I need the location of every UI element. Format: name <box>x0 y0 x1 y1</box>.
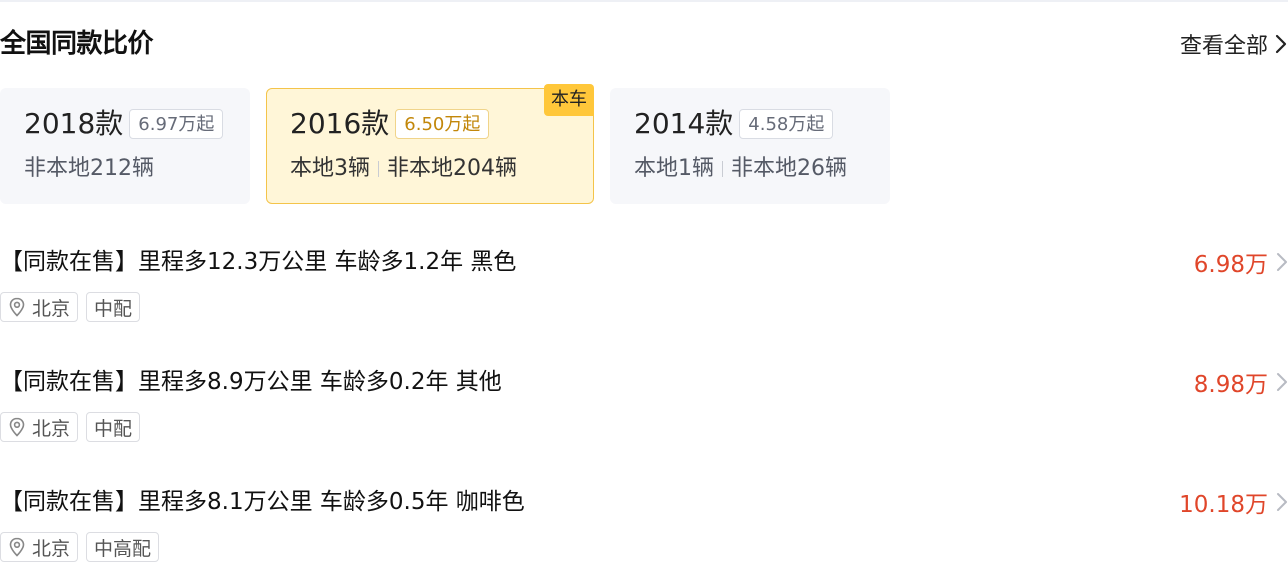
location-tag: 北京 <box>0 292 79 322</box>
trim-tag: 中配 <box>86 292 141 322</box>
nonlocal-count: 非本地26辆 <box>731 156 847 181</box>
listing-tags: 北京 中高配 <box>0 532 167 562</box>
location-pin-icon <box>9 417 25 437</box>
location-label: 北京 <box>32 537 71 560</box>
listing-title: 【同款在售】里程多12.3万公里 车龄多1.2年 黑色 <box>0 249 517 275</box>
model-year: 2014款 <box>634 107 734 140</box>
section-title: 全国同款比价 <box>0 29 154 59</box>
view-all-label: 查看全部 <box>1179 34 1268 59</box>
listing-price-area: 6.98万 <box>1194 244 1288 280</box>
section-header: 全国同款比价 查看全部 <box>0 26 1288 66</box>
location-label: 北京 <box>32 417 71 440</box>
listing-price: 8.98万 <box>1193 372 1268 398</box>
inventory-counts: 非本地212辆 <box>24 152 154 186</box>
listing-price-area: 8.98万 <box>1194 364 1288 400</box>
nonlocal-count: 非本地212辆 <box>24 156 154 181</box>
listing-price: 6.98万 <box>1193 252 1268 278</box>
location-label: 北京 <box>32 297 71 320</box>
model-year-cards: 2018款 6.97万起 非本地212辆 2016款 6.50万起 本地3辆 非… <box>0 84 900 204</box>
card-header: 2014款 4.58万起 <box>634 106 834 142</box>
local-count: 本地1辆 <box>634 156 714 181</box>
listing-item[interactable]: 【同款在售】里程多8.9万公里 车龄多0.2年 其他 8.98万 北京 中配 <box>0 364 1288 464</box>
inventory-counts: 本地3辆 非本地204辆 <box>290 152 517 186</box>
listing-tags: 北京 中配 <box>0 412 148 442</box>
current-car-badge: 本车 <box>544 84 594 116</box>
starting-price-tag: 4.58万起 <box>739 109 834 139</box>
listing-price-area: 10.18万 <box>1179 484 1288 520</box>
location-pin-icon <box>9 297 25 317</box>
listing-price: 10.18万 <box>1179 492 1268 518</box>
model-year-card-2018[interactable]: 2018款 6.97万起 非本地212辆 <box>0 88 250 204</box>
card-header: 2016款 6.50万起 <box>290 106 490 142</box>
chevron-right-icon <box>1277 253 1287 271</box>
trim-tag: 中高配 <box>86 532 160 562</box>
chevron-right-icon <box>1277 493 1287 511</box>
trim-tag: 中配 <box>86 412 141 442</box>
count-divider <box>378 161 379 177</box>
listing-item[interactable]: 【同款在售】里程多12.3万公里 车龄多1.2年 黑色 6.98万 北京 中配 <box>0 244 1288 344</box>
listing-title: 【同款在售】里程多8.1万公里 车龄多0.5年 咖啡色 <box>0 489 525 515</box>
listing-item[interactable]: 【同款在售】里程多8.1万公里 车龄多0.5年 咖啡色 10.18万 北京 中高… <box>0 484 1288 584</box>
model-year-card-2016[interactable]: 2016款 6.50万起 本地3辆 非本地204辆 本车 <box>266 84 594 204</box>
count-divider <box>722 161 723 177</box>
listing-title: 【同款在售】里程多8.9万公里 车龄多0.2年 其他 <box>0 369 502 395</box>
listing-tags: 北京 中配 <box>0 292 148 322</box>
model-year: 2018款 <box>24 107 124 140</box>
starting-price-tag: 6.97万起 <box>129 109 224 139</box>
inventory-counts: 本地1辆 非本地26辆 <box>634 152 847 186</box>
view-all-link[interactable]: 查看全部 <box>1180 28 1288 60</box>
location-tag: 北京 <box>0 412 79 442</box>
model-year-card-2014[interactable]: 2014款 4.58万起 本地1辆 非本地26辆 <box>610 88 890 204</box>
location-pin-icon <box>9 537 25 557</box>
top-divider <box>0 0 1288 2</box>
model-year: 2016款 <box>290 107 390 140</box>
location-tag: 北京 <box>0 532 79 562</box>
local-count: 本地3辆 <box>290 156 370 181</box>
card-header: 2018款 6.97万起 <box>24 106 224 142</box>
chevron-right-icon <box>1277 373 1287 391</box>
nonlocal-count: 非本地204辆 <box>387 156 517 181</box>
chevron-right-icon <box>1275 34 1287 54</box>
starting-price-tag: 6.50万起 <box>395 109 490 139</box>
